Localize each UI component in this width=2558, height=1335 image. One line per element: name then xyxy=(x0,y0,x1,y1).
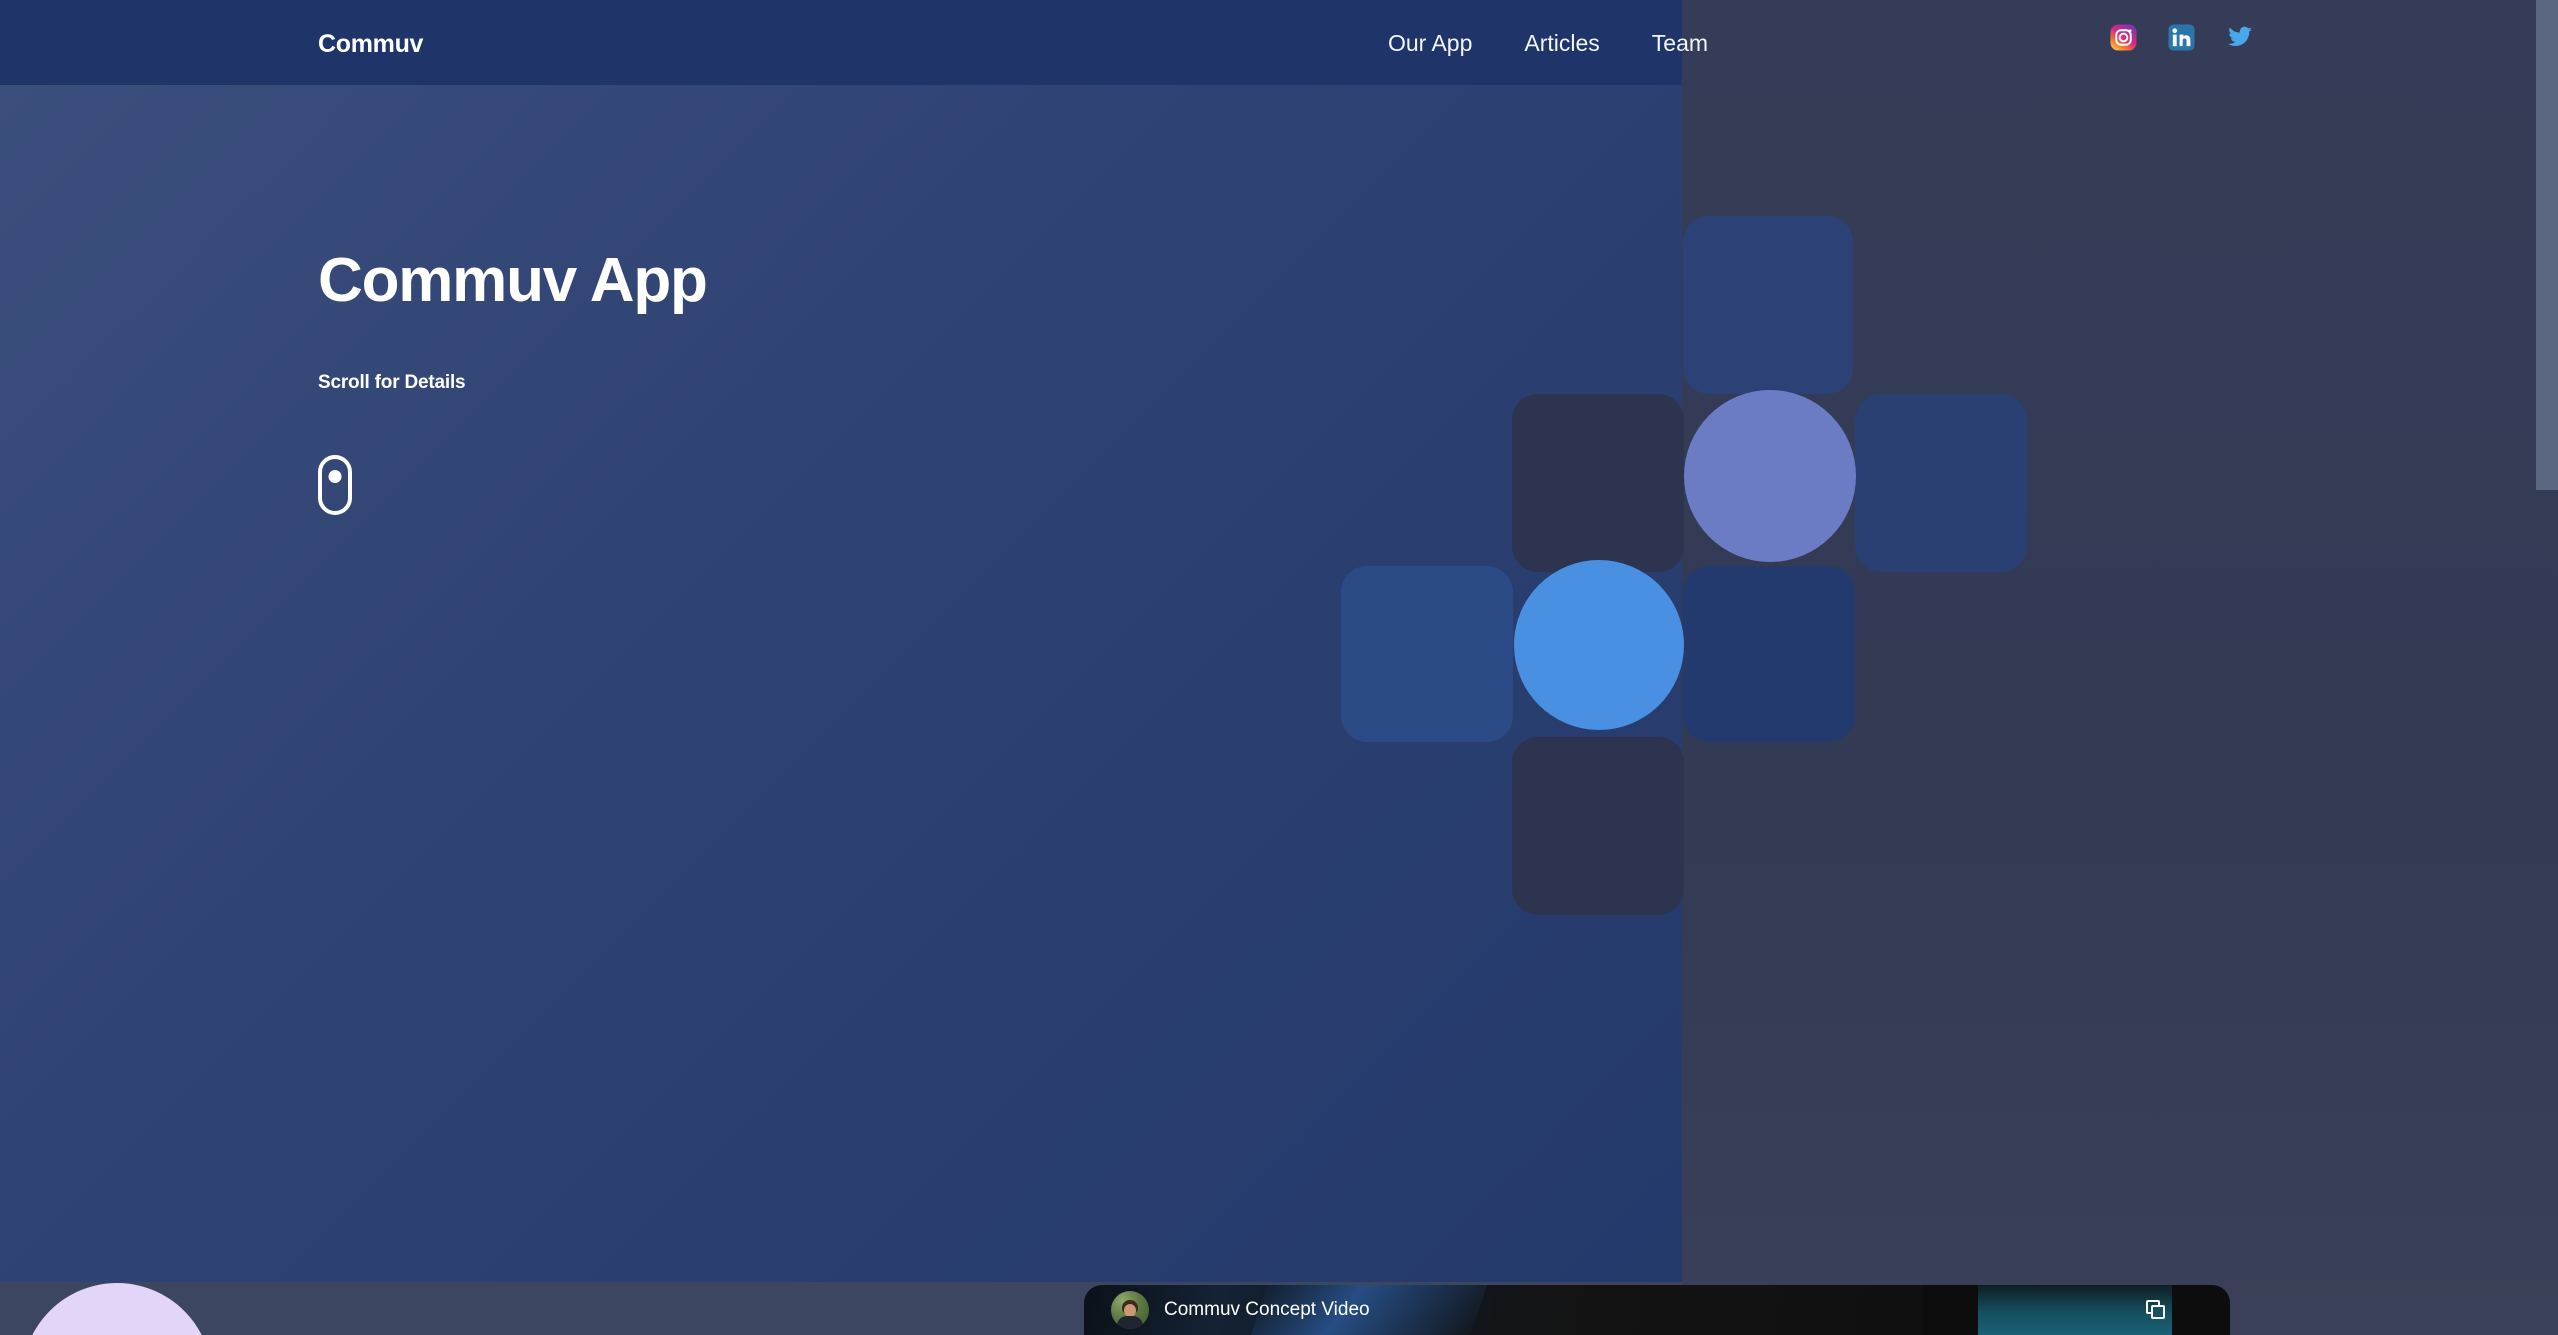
app-root: Commuv Our App Articles Team Commuv App … xyxy=(0,0,2558,1335)
tile-mid-left-dark xyxy=(1512,394,1684,572)
nav-item-team[interactable]: Team xyxy=(1652,30,1708,57)
mouse-scroll-icon[interactable] xyxy=(318,455,352,515)
tile-bottom-dark xyxy=(1512,737,1684,915)
copy-icon[interactable] xyxy=(2146,1300,2168,1322)
main-navigation: Our App Articles Team xyxy=(1388,30,1708,57)
nav-item-our-app[interactable]: Our App xyxy=(1388,30,1472,57)
nav-item-articles[interactable]: Articles xyxy=(1524,30,1599,57)
tile-left-blue xyxy=(1341,566,1513,742)
scroll-hint-label: Scroll for Details xyxy=(318,372,466,393)
video-secondary-panel[interactable] xyxy=(1922,1285,2230,1335)
video-panel-left-edge xyxy=(1922,1285,1978,1335)
page-title: Commuv App xyxy=(318,246,708,315)
avatar xyxy=(1111,1291,1149,1329)
mouse-scroll-wheel-dot xyxy=(328,470,342,483)
tile-top-right xyxy=(1683,216,1853,394)
page-scrollbar[interactable] xyxy=(2536,0,2558,1335)
circle-blue xyxy=(1514,560,1684,730)
video-title: Commuv Concept Video xyxy=(1164,1299,1370,1320)
linkedin-icon[interactable] xyxy=(2168,24,2195,51)
social-links xyxy=(2110,24,2253,51)
scrollbar-thumb[interactable] xyxy=(2536,0,2558,490)
tile-mid-right xyxy=(1855,394,2027,572)
video-panel-right-edge xyxy=(2172,1285,2230,1335)
video-overlay-bar: Commuv Concept Video xyxy=(1084,1285,2230,1335)
twitter-icon[interactable] xyxy=(2226,24,2253,51)
tile-center-right xyxy=(1683,566,1855,742)
instagram-icon[interactable] xyxy=(2110,24,2137,51)
circle-periwinkle xyxy=(1684,390,1856,562)
site-logo[interactable]: Commuv xyxy=(318,30,423,59)
video-info-card[interactable]: Commuv Concept Video xyxy=(1084,1285,1922,1335)
